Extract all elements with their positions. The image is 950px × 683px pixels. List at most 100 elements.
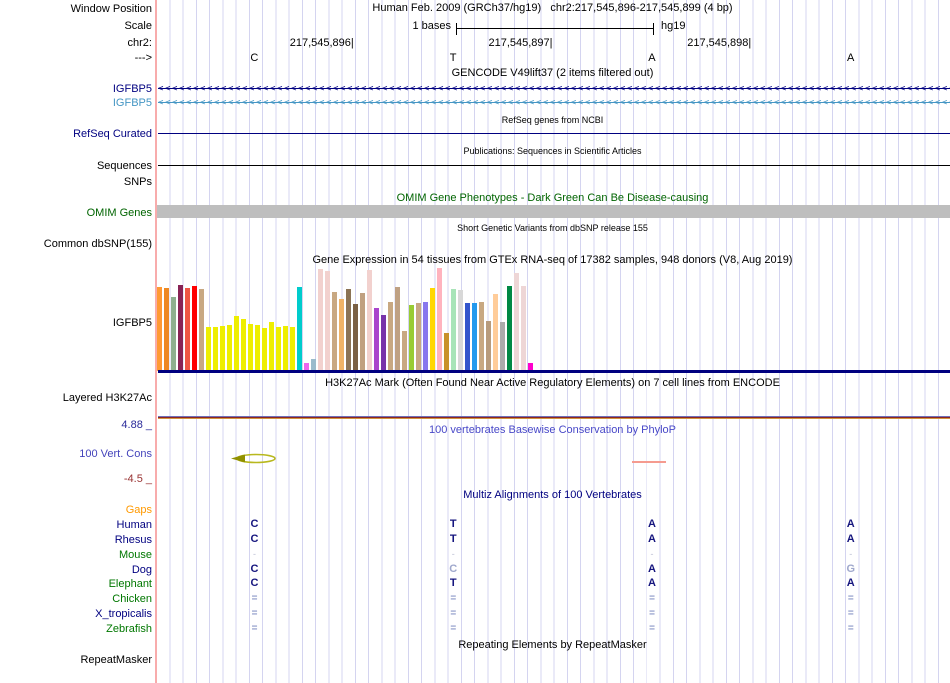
gtex-bar-18[interactable] [283, 326, 288, 371]
track-header-h3k27ac[interactable]: H3K27Ac Mark (Often Found Near Active Re… [155, 377, 950, 389]
gtex-bar-51[interactable] [514, 273, 519, 371]
track-header-gencode[interactable]: GENCODE V49lift37 (2 items filtered out) [155, 67, 950, 79]
gtex-bar-42[interactable] [451, 289, 456, 371]
gtex-bar-27[interactable] [346, 289, 351, 371]
gtex-bar-26[interactable] [339, 299, 344, 371]
track-header-gtex[interactable]: Gene Expression in 54 tissues from GTEx … [155, 254, 950, 266]
track-header-repeatmasker[interactable]: Repeating Elements by RepeatMasker [155, 639, 950, 651]
gtex-bar-7[interactable] [206, 327, 211, 371]
label-vert-cons[interactable]: 100 Vert. Cons [79, 448, 152, 460]
align-zebrafish-col0: = [251, 623, 258, 634]
species-label-x-tropicalis[interactable]: X_tropicalis [95, 608, 152, 620]
gtex-bar-50[interactable] [507, 286, 512, 371]
gtex-bar-25[interactable] [332, 292, 337, 371]
species-label-mouse[interactable]: Mouse [119, 549, 152, 561]
species-label-zebrafish[interactable]: Zebrafish [106, 623, 152, 635]
gtex-bar-14[interactable] [255, 325, 260, 371]
gtex-bar-15[interactable] [262, 328, 267, 371]
track-header-publications[interactable]: Publications: Sequences in Scientific Ar… [155, 146, 950, 156]
track-header-refseq[interactable]: RefSeq genes from NCBI [155, 115, 950, 125]
gtex-bar-23[interactable] [318, 269, 323, 371]
gtex-bar-11[interactable] [234, 316, 239, 371]
species-label-dog[interactable]: Dog [132, 564, 152, 576]
align-dog-col3: G [846, 563, 856, 575]
refseq-curated-track-line[interactable] [158, 133, 950, 134]
align-zebrafish-col1: = [450, 623, 457, 634]
gtex-bar-1[interactable] [164, 288, 169, 371]
gene-arrows-1[interactable]: <<<<<<<<<<<<<<<<<<<<<<<<<<<<<<<<<<<<<<<<… [158, 97, 950, 109]
label-sequences[interactable]: Sequences [97, 160, 152, 172]
coordinate-2: 217,545,898| [687, 37, 752, 49]
track-header-multiz[interactable]: Multiz Alignments of 100 Vertebrates [155, 489, 950, 501]
gtex-bar-35[interactable] [402, 331, 407, 371]
label-common-dbsnp[interactable]: Common dbSNP(155) [44, 238, 152, 250]
align-human-col2: A [648, 518, 656, 530]
track-header-dbsnp[interactable]: Short Genetic Variants from dbSNP releas… [155, 223, 950, 233]
gtex-bar-12[interactable] [241, 319, 246, 371]
gene-label-igfbp5-1[interactable]: IGFBP5 [113, 97, 152, 109]
gtex-bar-17[interactable] [276, 327, 281, 371]
gtex-bar-30[interactable] [367, 270, 372, 371]
align-elephant-col2: A [648, 577, 656, 589]
gtex-bar-32[interactable] [381, 315, 386, 371]
publications-sequences-track-line[interactable] [158, 165, 950, 166]
species-label-human[interactable]: Human [117, 519, 152, 531]
gtex-bar-2[interactable] [171, 297, 176, 371]
phylop-zero-glyph[interactable] [229, 452, 277, 465]
gtex-expression-chart[interactable] [155, 268, 950, 371]
species-label-rhesus[interactable]: Rhesus [115, 534, 152, 546]
phylop-negative-segment[interactable] [632, 461, 666, 463]
position-title: Human Feb. 2009 (GRCh37/hg19) chr2:217,5… [372, 2, 733, 14]
gtex-bar-20[interactable] [297, 287, 302, 371]
gtex-bar-3[interactable] [178, 285, 183, 371]
gtex-bar-16[interactable] [269, 322, 274, 371]
gtex-bar-48[interactable] [493, 294, 498, 371]
gtex-bar-49[interactable] [500, 322, 505, 371]
gtex-bar-0[interactable] [157, 287, 162, 371]
gtex-bar-9[interactable] [220, 326, 225, 371]
coordinate-0: 217,545,896| [289, 37, 354, 49]
species-label-chicken[interactable]: Chicken [112, 593, 152, 605]
species-label-gaps[interactable]: Gaps [126, 504, 152, 516]
gtex-bar-13[interactable] [248, 324, 253, 371]
gtex-bar-44[interactable] [465, 303, 470, 371]
gtex-bar-41[interactable] [444, 333, 449, 371]
gtex-bar-46[interactable] [479, 302, 484, 371]
gtex-bar-33[interactable] [388, 302, 393, 371]
species-label-elephant[interactable]: Elephant [109, 578, 152, 590]
gtex-bar-47[interactable] [486, 321, 491, 371]
label-layered-h3k27ac[interactable]: Layered H3K27Ac [63, 392, 152, 404]
gtex-bar-38[interactable] [423, 302, 428, 371]
gtex-bar-29[interactable] [360, 293, 365, 371]
gtex-bar-19[interactable] [290, 327, 295, 371]
track-header-phylop[interactable]: 100 vertebrates Basewise Conservation by… [155, 424, 950, 436]
gtex-bar-37[interactable] [416, 303, 421, 371]
align-elephant-col3: A [846, 577, 855, 589]
label-gtex-gene[interactable]: IGFBP5 [113, 317, 152, 329]
gtex-bar-5[interactable] [192, 286, 197, 371]
track-header-omim[interactable]: OMIM Gene Phenotypes - Dark Green Can Be… [155, 192, 950, 204]
gtex-bar-34[interactable] [395, 287, 400, 371]
label-refseq-curated[interactable]: RefSeq Curated [73, 128, 152, 140]
gtex-bar-10[interactable] [227, 325, 232, 371]
label-repeatmasker[interactable]: RepeatMasker [80, 654, 152, 666]
gene-arrows-0[interactable]: <<<<<<<<<<<<<<<<<<<<<<<<<<<<<<<<<<<<<<<<… [158, 83, 950, 95]
omim-genes-bar[interactable] [157, 205, 950, 218]
gtex-bar-40[interactable] [437, 268, 442, 371]
label-snps[interactable]: SNPs [124, 176, 152, 188]
align-dog-col1: C [449, 563, 458, 575]
gtex-bar-45[interactable] [472, 303, 477, 371]
gtex-bar-39[interactable] [430, 288, 435, 371]
label-omim-genes[interactable]: OMIM Genes [87, 207, 152, 219]
gtex-bar-24[interactable] [325, 271, 330, 371]
gtex-bar-31[interactable] [374, 308, 379, 371]
h3k27ac-layer-line-3[interactable] [158, 418, 950, 419]
gene-label-igfbp5-0[interactable]: IGFBP5 [113, 83, 152, 95]
gtex-bar-36[interactable] [409, 305, 414, 371]
gtex-bar-52[interactable] [521, 286, 526, 371]
gtex-bar-8[interactable] [213, 327, 218, 371]
gtex-bar-4[interactable] [185, 288, 190, 371]
gtex-bar-43[interactable] [458, 290, 463, 371]
gtex-bar-6[interactable] [199, 289, 204, 371]
gtex-bar-28[interactable] [353, 304, 358, 371]
